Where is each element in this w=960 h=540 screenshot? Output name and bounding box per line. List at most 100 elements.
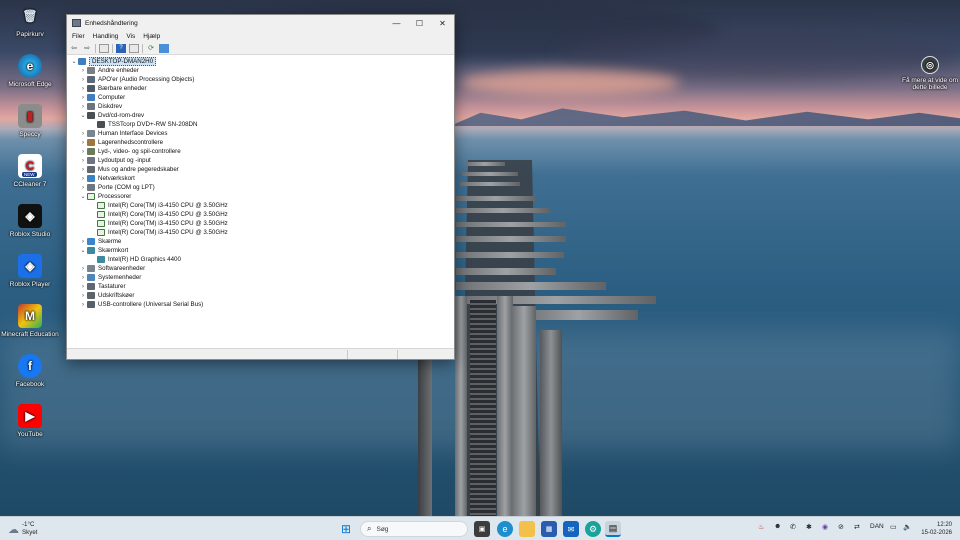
tree-category[interactable]: › Skærme: [67, 237, 454, 246]
tree-category[interactable]: ⌄ Dvd/cd-rom-drev: [67, 111, 454, 120]
tree-category[interactable]: › Bærbare enheder: [67, 84, 454, 93]
desktop-shortcut[interactable]: ◈ Roblox Player: [0, 254, 60, 288]
sync-tray-icon[interactable]: ⇄: [854, 523, 860, 531]
title-bar[interactable]: Enhedshåndtering — ☐ ✕: [67, 15, 454, 31]
help-icon[interactable]: [129, 43, 139, 53]
tree-category[interactable]: › Softwareenheder: [67, 264, 454, 273]
chevron-right-icon[interactable]: ›: [79, 104, 87, 110]
tree-category[interactable]: › Lyd-, video- og spil-controllere: [67, 147, 454, 156]
menu-item[interactable]: Vis: [126, 33, 135, 40]
tree-device[interactable]: Intel(R) Core(TM) i3-4150 CPU @ 3.50GHz: [67, 219, 454, 228]
minimize-button[interactable]: —: [385, 15, 408, 31]
discord-tray-icon[interactable]: ◉: [822, 523, 828, 531]
chevron-down-icon[interactable]: ⌄: [79, 247, 87, 254]
tree-category[interactable]: › Netværkskort: [67, 174, 454, 183]
desktop-shortcut[interactable]: ▶ YouTube: [0, 404, 60, 438]
language-indicator[interactable]: DAN: [870, 523, 884, 530]
chevron-right-icon[interactable]: ›: [79, 95, 87, 101]
vpn-tray-icon[interactable]: ⊘: [838, 523, 844, 531]
menu-item[interactable]: Filer: [72, 33, 85, 40]
maximize-button[interactable]: ☐: [408, 15, 431, 31]
mail-icon[interactable]: ✉: [563, 521, 579, 537]
tree-category[interactable]: › Porte (COM og LPT): [67, 183, 454, 192]
chevron-down-icon[interactable]: ⌄: [79, 112, 87, 119]
scan-hardware-icon[interactable]: ⟳: [146, 44, 156, 53]
desktop-shortcut[interactable]: f Facebook: [0, 354, 60, 388]
device-manager-window[interactable]: Enhedshåndtering — ☐ ✕ Filer Handling Vis H…: [66, 14, 455, 360]
chevron-right-icon[interactable]: ›: [79, 176, 87, 182]
chevron-right-icon[interactable]: ›: [79, 68, 87, 74]
start-button[interactable]: ⊞: [338, 521, 354, 537]
back-icon[interactable]: ⇦: [69, 44, 79, 53]
chevron-down-icon[interactable]: ⌄: [70, 58, 78, 65]
bluetooth-tray-icon[interactable]: ✱: [806, 523, 812, 531]
menu-item[interactable]: Handling: [93, 33, 119, 40]
file-explorer-icon[interactable]: [519, 521, 535, 537]
tree-category[interactable]: › Computer: [67, 93, 454, 102]
chevron-down-icon[interactable]: ⌄: [79, 193, 87, 200]
chevron-right-icon[interactable]: ›: [79, 275, 87, 281]
tree-category[interactable]: › APO'er (Audio Processing Objects): [67, 75, 454, 84]
tree-category[interactable]: › Udskriftskøer: [67, 291, 454, 300]
chevron-right-icon[interactable]: ›: [79, 77, 87, 83]
desktop-shortcut[interactable]: M Minecraft Education: [0, 304, 60, 338]
chevron-right-icon[interactable]: ›: [79, 140, 87, 146]
close-button[interactable]: ✕: [431, 15, 454, 31]
desktop-shortcut[interactable]: ▮ Speccy: [0, 104, 60, 138]
chevron-right-icon[interactable]: ›: [79, 293, 87, 299]
desktop-shortcut[interactable]: ◈ Roblox Studio: [0, 204, 60, 238]
chevron-right-icon[interactable]: ›: [79, 239, 87, 245]
hid-icon: [87, 130, 95, 137]
chevron-right-icon[interactable]: ›: [79, 158, 87, 164]
device-manager-taskbar-icon[interactable]: ▤: [605, 521, 621, 537]
search-box[interactable]: ⌕ Søg: [360, 521, 468, 537]
chevron-right-icon[interactable]: ›: [79, 284, 87, 290]
chevron-right-icon[interactable]: ›: [79, 266, 87, 272]
chat-tray-icon[interactable]: ✆: [790, 523, 796, 531]
tree-category[interactable]: ⌄ Skærmkort: [67, 246, 454, 255]
properties-icon[interactable]: [99, 43, 109, 53]
show-hidden-icon[interactable]: ?: [116, 43, 126, 53]
tree-root[interactable]: ⌄ DESKTOP-DMAN2H0: [67, 57, 454, 66]
chevron-right-icon[interactable]: ›: [79, 185, 87, 191]
volume-tray-icon[interactable]: 🔈: [903, 523, 912, 531]
tree-device[interactable]: Intel(R) HD Graphics 4400: [67, 255, 454, 264]
tree-category[interactable]: › Andre enheder: [67, 66, 454, 75]
chevron-right-icon[interactable]: ›: [79, 149, 87, 155]
tree-category[interactable]: › USB-controllere (Universal Serial Bus): [67, 300, 454, 309]
weather-widget[interactable]: ☁ -1°C Skyet: [8, 521, 37, 537]
desktop-shortcut[interactable]: e Microsoft Edge: [0, 54, 60, 88]
tree-device[interactable]: Intel(R) Core(TM) i3-4150 CPU @ 3.50GHz: [67, 210, 454, 219]
desktop-shortcut[interactable]: C NEW CCleaner 7: [0, 154, 60, 188]
tree-category[interactable]: › Systemenheder: [67, 273, 454, 282]
tree-category[interactable]: › Human Interface Devices: [67, 129, 454, 138]
user-tray-icon[interactable]: ☻: [774, 523, 781, 530]
tree-device[interactable]: Intel(R) Core(TM) i3-4150 CPU @ 3.50GHz: [67, 228, 454, 237]
tree-category[interactable]: › Diskdrev: [67, 102, 454, 111]
monitor-icon[interactable]: [159, 43, 169, 53]
spotlight-info[interactable]: ◎ Få mere at vide om dette billede: [900, 56, 960, 91]
tree-category[interactable]: › Mus og andre pegeredskaber: [67, 165, 454, 174]
tree-category[interactable]: › Tastaturer: [67, 282, 454, 291]
port-icon: [87, 184, 95, 191]
tree-category[interactable]: › Lagerenhedscontrollere: [67, 138, 454, 147]
edge-taskbar-icon[interactable]: e: [497, 521, 513, 537]
network-tray-icon[interactable]: ▭: [890, 523, 897, 531]
tree-category[interactable]: ⌄ Processorer: [67, 192, 454, 201]
chevron-right-icon[interactable]: ›: [79, 302, 87, 308]
menu-item[interactable]: Hjælp: [143, 33, 160, 40]
settings-icon[interactable]: ⚙: [585, 521, 601, 537]
chevron-right-icon[interactable]: ›: [79, 131, 87, 137]
tree-device[interactable]: TSSTcorp DVD+-RW SN-208DN: [67, 120, 454, 129]
chevron-right-icon[interactable]: ›: [79, 167, 87, 173]
speccy-tray-icon[interactable]: ♨: [758, 523, 764, 531]
tree-device[interactable]: Intel(R) Core(TM) i3-4150 CPU @ 3.50GHz: [67, 201, 454, 210]
clock[interactable]: 12:20 15-02-2026: [918, 521, 952, 537]
chevron-right-icon[interactable]: ›: [79, 86, 87, 92]
store-icon[interactable]: ▦: [541, 521, 557, 537]
task-view-icon[interactable]: ▣: [474, 521, 490, 537]
forward-icon[interactable]: ⇨: [82, 44, 92, 53]
tree-category[interactable]: › Lydoutput og -input: [67, 156, 454, 165]
desktop-shortcut[interactable]: 🗑 Papirkurv: [0, 4, 60, 38]
device-tree[interactable]: ⌄ DESKTOP-DMAN2H0 › Andre enheder › APO'er (A…: [67, 56, 454, 349]
